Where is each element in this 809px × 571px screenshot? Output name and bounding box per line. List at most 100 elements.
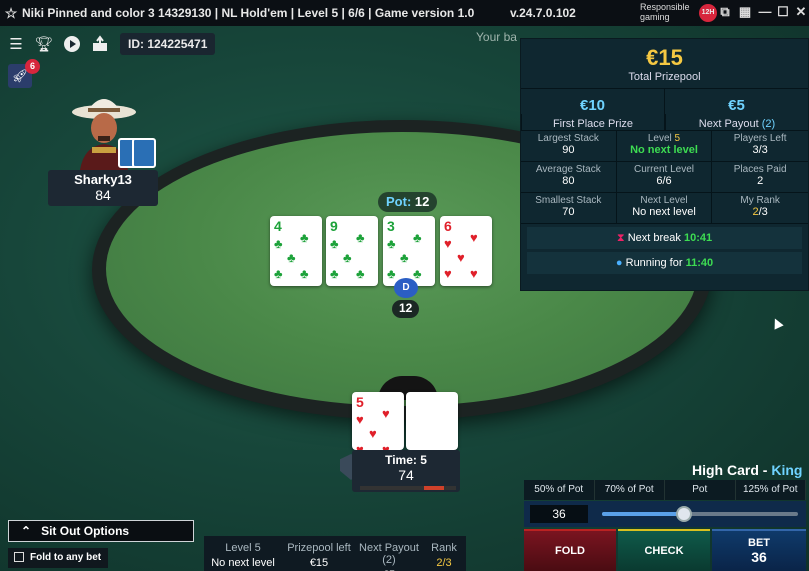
first-place-amount: €10 bbox=[579, 97, 606, 114]
stat-key: Largest Stack bbox=[537, 133, 599, 144]
playing-card: K♠♠♠♠♠ bbox=[406, 392, 458, 457]
first-place-label: First Place Prize bbox=[521, 114, 664, 130]
bet-preset-button[interactable]: 125% of Pot bbox=[736, 480, 806, 500]
stat-cell: Average Stack 80 bbox=[521, 162, 617, 193]
stat-key: Players Left bbox=[733, 133, 787, 144]
bet-preset-button[interactable]: 50% of Pot bbox=[524, 480, 595, 500]
fold-to-any-bet-checkbox[interactable]: Fold to any bet bbox=[8, 548, 108, 568]
suit-pip: ♣ bbox=[300, 266, 309, 281]
table-id: ID: 124225471 bbox=[120, 33, 216, 55]
suit-pip: ♥ bbox=[356, 412, 364, 427]
suit-pip: ♠ bbox=[410, 412, 417, 427]
turn-timer-bar bbox=[360, 486, 456, 490]
minimize-icon[interactable]: — bbox=[757, 4, 773, 19]
next-payout-label: Next Payout (2) bbox=[665, 114, 808, 130]
bet-preset-button[interactable]: 70% of Pot bbox=[595, 480, 665, 500]
bottom-stat-key: Next Payout (2) bbox=[359, 542, 419, 566]
suit-pip: ♣ bbox=[356, 266, 365, 281]
stat-cell: Level 5 No next level bbox=[616, 131, 713, 162]
suit-pip: ♣ bbox=[343, 250, 352, 265]
suit-pip: ♣ bbox=[330, 236, 339, 251]
tournament-info-panel: €15 Total Prizepool €10 First Place Priz… bbox=[520, 38, 809, 291]
playing-card: 9 ♣ ♣ ♣ ♣ ♣ bbox=[326, 216, 378, 286]
stat-cell: Smallest Stack 70 bbox=[521, 193, 617, 224]
playing-card: 6 ♥ ♥ ♥ ♥ ♥ bbox=[440, 216, 492, 286]
bottom-stats-bar: Level 5 No next level Prizepool left €15 Nex… bbox=[204, 536, 466, 571]
suit-pip: ♣ bbox=[300, 230, 309, 245]
star-icon[interactable]: ☆ bbox=[0, 5, 22, 22]
stat-value: 3/3 bbox=[752, 144, 768, 156]
stat-value: No next level bbox=[630, 144, 698, 156]
age-badge: 12H bbox=[699, 4, 717, 22]
suit-pip: ♣ bbox=[387, 236, 396, 251]
menu-icon[interactable]: ☰ bbox=[4, 32, 28, 56]
bottom-stat-value: No next level bbox=[211, 557, 275, 569]
card-rank: 5 bbox=[356, 394, 364, 410]
check-button[interactable]: CHECK bbox=[618, 529, 710, 571]
pot-display: Pot: 12 bbox=[378, 192, 438, 212]
hourglass-icon: ⧗ bbox=[616, 232, 625, 244]
stat-cell: Places Paid 2 bbox=[712, 162, 808, 193]
bet-slider-handle[interactable] bbox=[676, 506, 693, 522]
suit-pip: ♠ bbox=[436, 406, 443, 421]
suit-pip: ♠ bbox=[423, 426, 430, 441]
notification-badge: 6 bbox=[25, 59, 40, 74]
bottom-stat-value: €15 bbox=[309, 557, 329, 569]
opponent-chips: 84 bbox=[95, 187, 111, 203]
trophy-icon[interactable]: 🏆︎ bbox=[32, 32, 56, 56]
close-icon[interactable]: ✕ bbox=[793, 4, 809, 20]
sit-out-options-button[interactable]: ⌃ Sit Out Options bbox=[8, 520, 194, 542]
stat-value: 2/3 bbox=[752, 206, 768, 218]
hand-strength: High Card - King bbox=[692, 462, 803, 478]
opponent-nameplate: Sharky13 84 bbox=[48, 170, 158, 206]
dealer-button-icon: D bbox=[394, 278, 418, 298]
chevron-up-icon: ⌃ bbox=[21, 524, 32, 538]
stat-cell: Largest Stack 90 bbox=[521, 131, 617, 162]
prizepool-label: Total Prizepool bbox=[628, 71, 701, 83]
prizepool-amount: €15 bbox=[646, 45, 683, 70]
version-label: v.24.7.0.102 bbox=[510, 6, 576, 20]
stat-key: Current Level bbox=[633, 164, 694, 175]
play-icon[interactable] bbox=[60, 32, 84, 56]
suit-pip: ♣ bbox=[400, 250, 409, 265]
stat-value: 70 bbox=[562, 206, 575, 218]
bet-slider-track[interactable] bbox=[602, 512, 798, 516]
suit-pip: ♣ bbox=[287, 250, 296, 265]
payout-row: €10 First Place Prize €5 Next Payout (2) bbox=[521, 89, 808, 131]
suit-pip: ♥ bbox=[444, 236, 452, 251]
bet-presets: 50% of Pot 70% of Pot Pot 125% of Pot bbox=[524, 480, 806, 500]
playing-card: 5♥♥♥♥♥ bbox=[352, 392, 404, 457]
tile-windows-icon[interactable]: ⧉ bbox=[717, 4, 733, 20]
stat-key: My Rank bbox=[740, 195, 780, 206]
suit-pip: ♥ bbox=[457, 250, 465, 265]
suit-pip: ♥ bbox=[470, 230, 478, 245]
bet-amount-input[interactable]: 36 bbox=[530, 505, 588, 523]
stat-value: 80 bbox=[562, 175, 575, 187]
responsible-gaming-link[interactable]: Responsible gaming bbox=[640, 2, 690, 22]
running-for-row: ● Running for 11:40 bbox=[527, 252, 802, 274]
pot-label: Pot: bbox=[386, 194, 412, 209]
checkbox-icon bbox=[14, 552, 24, 563]
bet-button[interactable]: BET 36 bbox=[712, 529, 806, 571]
window-title: Niki Pinned and color 3 14329130 | NL Ho… bbox=[22, 6, 475, 20]
hero-chips: 74 bbox=[398, 467, 414, 483]
rocket-icon[interactable]: 🚀︎ 6 bbox=[8, 59, 40, 88]
grid-layout-icon[interactable]: ▦ bbox=[737, 4, 753, 20]
bottom-stat-key: Prizepool left bbox=[287, 542, 351, 554]
suit-pip: ♥ bbox=[470, 266, 478, 281]
title-bar: ☆ Niki Pinned and color 3 14329130 | NL … bbox=[0, 0, 809, 26]
bet-preset-button[interactable]: Pot bbox=[665, 480, 736, 500]
playing-card: 3 ♣ ♣ ♣ ♣ ♣ bbox=[383, 216, 435, 286]
time-bank: Time: 5 bbox=[385, 453, 427, 467]
suit-pip: ♣ bbox=[330, 266, 339, 281]
suit-pip: ♣ bbox=[387, 266, 396, 281]
stat-key: Next Level bbox=[640, 195, 688, 206]
suit-pip: ♥ bbox=[382, 406, 390, 421]
maximize-icon[interactable]: ☐ bbox=[775, 4, 791, 20]
card-back bbox=[132, 138, 156, 168]
card-rank: 4 bbox=[274, 218, 282, 234]
bottom-stat: Rank 2/3 bbox=[422, 536, 466, 571]
cashier-icon[interactable] bbox=[88, 32, 112, 56]
next-break-row: ⧗ Next break 10:41 bbox=[527, 227, 802, 249]
fold-button[interactable]: FOLD bbox=[524, 529, 616, 571]
